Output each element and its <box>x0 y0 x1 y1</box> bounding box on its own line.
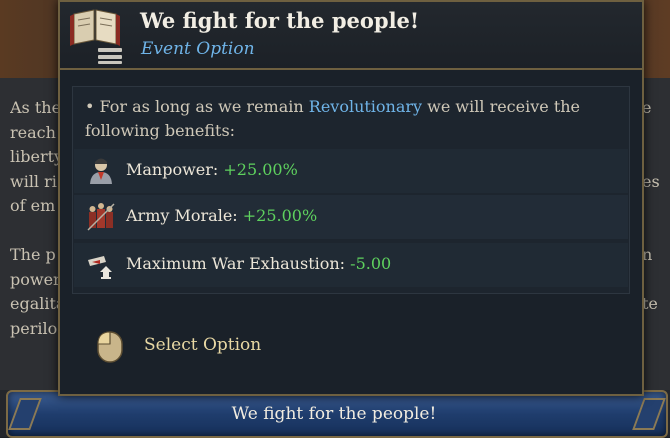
option-button-left-cap <box>8 398 42 430</box>
modifier-value: +25.00% <box>223 160 298 179</box>
event-option-label: We fight for the people! <box>231 404 437 424</box>
effects-box: • For as long as we remain Revolutionary… <box>72 86 630 294</box>
war-exhaustion-icon <box>88 256 112 279</box>
government-reform-link: Revolutionary <box>308 97 423 116</box>
modifier-row-war-exhaustion: Maximum War Exhaustion: -5.00 <box>74 243 628 287</box>
modifier-text: Maximum War Exhaustion: -5.00 <box>126 254 392 273</box>
tooltip-title: We fight for the people! <box>140 8 420 33</box>
modifier-value: -5.00 <box>350 254 392 273</box>
select-option-hint: Select Option <box>96 328 296 364</box>
modifier-text: Army Morale: +25.00% <box>126 206 318 225</box>
select-option-label: Select Option <box>144 335 262 355</box>
army-morale-icon <box>87 203 115 231</box>
book-icon <box>70 9 122 64</box>
event-description-left-fragment: As the reach liberty will ri of em The p… <box>10 98 60 338</box>
modifier-row-army-morale: Army Morale: +25.00% <box>74 195 628 239</box>
tooltip-header: We fight for the people! Event Option <box>60 2 642 70</box>
modifier-text: Manpower: +25.00% <box>126 160 298 179</box>
option-button-right-cap <box>632 398 666 430</box>
effect-description: • For as long as we remain Revolutionary… <box>85 95 615 143</box>
event-description-right-fragment: e es n te <box>642 98 660 313</box>
intro-text: For as long as we remain <box>94 97 309 116</box>
mouse-icon <box>97 331 123 363</box>
manpower-icon <box>90 158 112 184</box>
event-option-tooltip: We fight for the people! Event Option • … <box>58 0 644 396</box>
event-option-button[interactable]: We fight for the people! <box>6 390 668 438</box>
tooltip-subtitle: Event Option <box>141 39 255 59</box>
modifier-value: +25.00% <box>242 206 318 225</box>
modifier-row-manpower: Manpower: +25.00% <box>74 149 628 193</box>
